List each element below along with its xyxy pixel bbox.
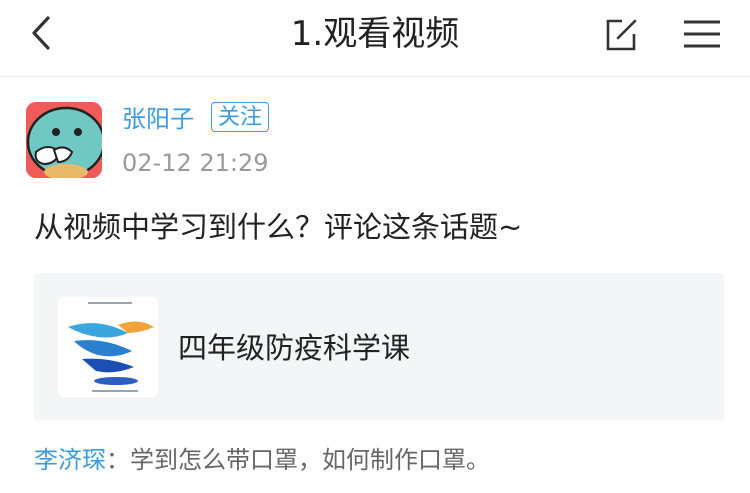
edit-button[interactable] [600,14,640,54]
avatar-cartoon-icon [26,102,102,178]
comment-author[interactable]: 李济琛 [34,446,106,474]
top-navbar: 1.观看视频 [0,0,750,77]
attachment-thumbnail [58,297,158,397]
hamburger-menu-icon [684,20,720,48]
comment-text: 学到怎么带口罩，如何制作口罩。 [130,446,490,474]
attachment-card[interactable]: 四年级防疫科学课 [34,273,724,420]
post-text: 从视频中学习到什么？评论这条话题~ [34,210,523,244]
author-avatar[interactable] [26,102,102,178]
comment-separator: ： [106,446,130,474]
menu-button[interactable] [680,14,724,54]
bird-logo-icon [58,297,158,397]
follow-button[interactable]: 关注 [211,102,270,132]
post-timestamp: 02-12 21:29 [122,149,269,177]
comment-item: 李济琛：学到怎么带口罩，如何制作口罩。 [34,444,490,476]
attachment-title: 四年级防疫科学课 [178,331,411,365]
edit-icon [606,19,637,51]
author-name[interactable]: 张阳子 [122,104,194,134]
